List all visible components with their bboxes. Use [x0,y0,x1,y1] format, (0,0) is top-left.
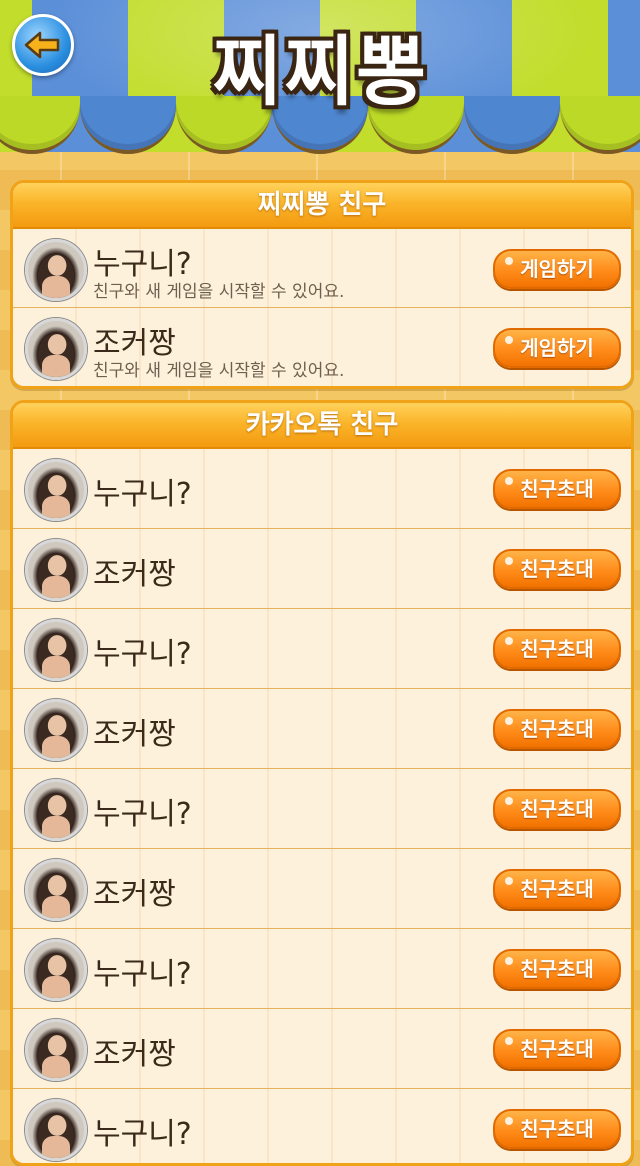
avatar [25,1099,87,1161]
header: 찌찌뽕 [0,0,640,160]
friend-name: 누구니? [93,957,192,992]
invite-friend-button[interactable]: 친구초대 [493,949,621,989]
friend-name: 누구니? [93,477,192,512]
friend-name: 누구니? [93,797,192,832]
friend-row: 누구니? 친구초대 [13,1089,631,1163]
invite-friend-button[interactable]: 친구초대 [493,789,621,829]
friend-row: 누구니? 친구초대 [13,769,631,849]
avatar [25,779,87,841]
avatar [25,1019,87,1081]
avatar [25,459,87,521]
page-title: 찌찌뽕 [212,27,428,116]
friend-description: 친구와 새 게임을 시작할 수 있어요. [93,282,345,302]
avatar [25,318,87,380]
friend-name: 조커짱 [93,1037,176,1072]
friend-row: 누구니? 친구초대 [13,609,631,689]
section-title-app-friends: 찌찌뽕 친구 [13,183,631,229]
invite-friend-button[interactable]: 친구초대 [493,629,621,669]
friend-row: 누구니? 친구초대 [13,449,631,529]
avatar [25,619,87,681]
invite-friend-button[interactable]: 친구초대 [493,1109,621,1149]
friend-name: 누구니? [93,637,192,672]
avatar [25,699,87,761]
avatar [25,539,87,601]
section-title-kakao-friends: 카카오톡 친구 [13,403,631,449]
play-game-button[interactable]: 게임하기 [493,249,621,289]
invite-friend-button[interactable]: 친구초대 [493,709,621,749]
invite-friend-button[interactable]: 친구초대 [493,1029,621,1069]
kakao-friends-panel: 카카오톡 친구 누구니? 친구초대 조커짱 친구초대 누구니? 친구초대 조커짱… [10,400,634,1166]
friend-row: 누구니? 친구와 새 게임을 시작할 수 있어요. 게임하기 [13,229,631,308]
friend-name: 조커짱 [93,557,176,592]
friend-name: 누구니? [93,1117,192,1152]
avatar [25,239,87,301]
friend-row: 조커짱 친구와 새 게임을 시작할 수 있어요. 게임하기 [13,308,631,386]
friend-row: 조커짱 친구초대 [13,529,631,609]
avatar [25,859,87,921]
friend-row: 조커짱 친구초대 [13,689,631,769]
friend-row: 누구니? 친구초대 [13,929,631,1009]
friend-name: 조커짱 [93,877,176,912]
friend-row: 조커짱 친구초대 [13,849,631,929]
invite-friend-button[interactable]: 친구초대 [493,549,621,589]
friend-row: 조커짱 친구초대 [13,1009,631,1089]
friend-description: 친구와 새 게임을 시작할 수 있어요. [93,361,345,381]
friend-name: 조커짱 [93,717,176,752]
invite-friend-button[interactable]: 친구초대 [493,869,621,909]
avatar [25,939,87,1001]
app-friends-panel: 찌찌뽕 친구 누구니? 친구와 새 게임을 시작할 수 있어요. 게임하기 조커… [10,180,634,389]
invite-friend-button[interactable]: 친구초대 [493,469,621,509]
play-game-button[interactable]: 게임하기 [493,328,621,368]
